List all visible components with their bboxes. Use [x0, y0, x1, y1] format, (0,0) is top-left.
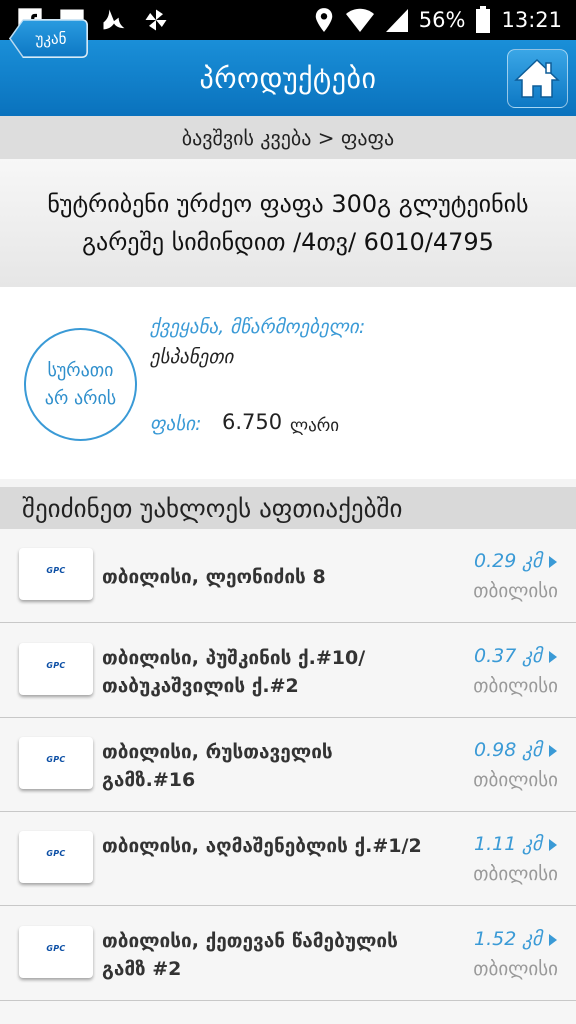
- pharmacy-logo: GPC: [19, 831, 93, 883]
- pharmacy-row[interactable]: GPC თბილისი, ქეთევან წამებულის გამზ #2 1…: [0, 907, 576, 1001]
- pharmacy-distance: 0.98 კმ: [474, 739, 542, 761]
- pharmacy-address: თბილისი, ქეთევან წამებულის გამზ #2: [102, 930, 398, 980]
- pharmacy-logo-text: GPC: [46, 661, 66, 670]
- home-icon: [514, 58, 560, 98]
- price-label: ფასი:: [150, 413, 202, 435]
- home-button[interactable]: [507, 49, 568, 108]
- signal-icon: [385, 9, 408, 32]
- country-value: ესპანეთი: [150, 346, 234, 368]
- pharmacy-logo-text: GPC: [46, 755, 66, 764]
- pharmacy-row[interactable]: GPC თბილისი, რუსთაველის გამზ.#16 0.98 კმ…: [0, 718, 576, 812]
- pharmacy-city: თბილისი: [473, 675, 558, 697]
- location-icon: [315, 8, 333, 32]
- pharmacy-address: თბილისი, აღმაშენებლის ქ.#1/2: [102, 835, 422, 857]
- clock: 13:21: [501, 8, 562, 32]
- product-info: სურათი არ არის ქვეყანა, მწარმოებელი: ესპ…: [0, 287, 576, 479]
- pharmacy-address: თბილისი, ლეონიძის 8: [102, 566, 326, 588]
- pharmacy-logo: GPC: [19, 737, 93, 789]
- pharmacy-distance: 1.52 კმ: [474, 928, 542, 950]
- no-image-line1: სურათი: [47, 359, 114, 381]
- pharmacy-city: თბილისი: [473, 958, 558, 980]
- pharmacy-row[interactable]: GPC თბილისი, ლეონიძის 8 0.29 კმ თბილისი: [0, 529, 576, 623]
- chevron-right-icon: [549, 745, 557, 757]
- pharmacy-distance: 0.29 კმ: [474, 550, 542, 572]
- pharmacy-logo-text: GPC: [46, 566, 66, 575]
- pharmacy-logo-text: GPC: [46, 944, 66, 953]
- pharmacy-logo: GPC: [19, 926, 93, 978]
- price-value: 6.750: [222, 410, 283, 434]
- pharmacy-distance: 1.11 კმ: [474, 833, 542, 855]
- pharmacy-city: თბილისი: [473, 580, 558, 602]
- chevron-right-icon: [549, 934, 557, 946]
- pharmacy-logo: GPC: [19, 643, 93, 695]
- pharmacy-row[interactable]: GPC თბილისი, პუშკინის ქ.#10/ თაბუკაშვილი…: [0, 624, 576, 718]
- pharmacy-address: თბილისი, რუსთაველის გამზ.#16: [102, 741, 333, 791]
- nearest-pharmacies-header: შეიძინეთ უახლოეს აფთიაქებში: [0, 487, 576, 529]
- back-button-label[interactable]: უკან: [14, 19, 88, 58]
- pharmacy-logo: GPC: [19, 548, 93, 600]
- pinwheel-icon: [145, 9, 167, 31]
- pharmacy-row[interactable]: GPC თბილისი, აღმაშენებლის ქ.#1/2 1.11 კმ…: [0, 812, 576, 906]
- chevron-right-icon: [549, 651, 557, 663]
- wifi-icon: [345, 8, 374, 32]
- no-image-line2: არ არის: [44, 387, 117, 409]
- price-currency: ლარი: [290, 416, 340, 436]
- pharmacy-address: თბილისი, პუშკინის ქ.#10/ თაბუკაშვილის ქ.…: [102, 647, 366, 697]
- pharmacy-logo-text: GPC: [46, 849, 66, 858]
- product-name: ნუტრიბენი ურძეო ფაფა 300გ გლუტეინის გარე…: [0, 159, 576, 287]
- no-image-placeholder: სურათი არ არის: [24, 328, 137, 441]
- pharmacy-city: თბილისი: [473, 863, 558, 885]
- country-label: ქვეყანა, მწარმოებელი:: [150, 316, 366, 338]
- chevron-right-icon: [549, 556, 557, 568]
- pharmacy-city: თბილისი: [473, 769, 558, 791]
- pharmacy-list: GPC თბილისი, ლეონიძის 8 0.29 კმ თბილისი …: [0, 529, 576, 1024]
- battery-icon: [476, 6, 491, 33]
- pharmacy-distance: 0.37 კმ: [474, 645, 542, 667]
- bird-icon: [103, 9, 125, 30]
- breadcrumb: ბავშვის კვება > ფაფა: [0, 116, 576, 159]
- battery-percent: 56%: [418, 8, 466, 32]
- chevron-right-icon: [549, 839, 557, 851]
- page-title: პროდუქტები: [199, 61, 377, 95]
